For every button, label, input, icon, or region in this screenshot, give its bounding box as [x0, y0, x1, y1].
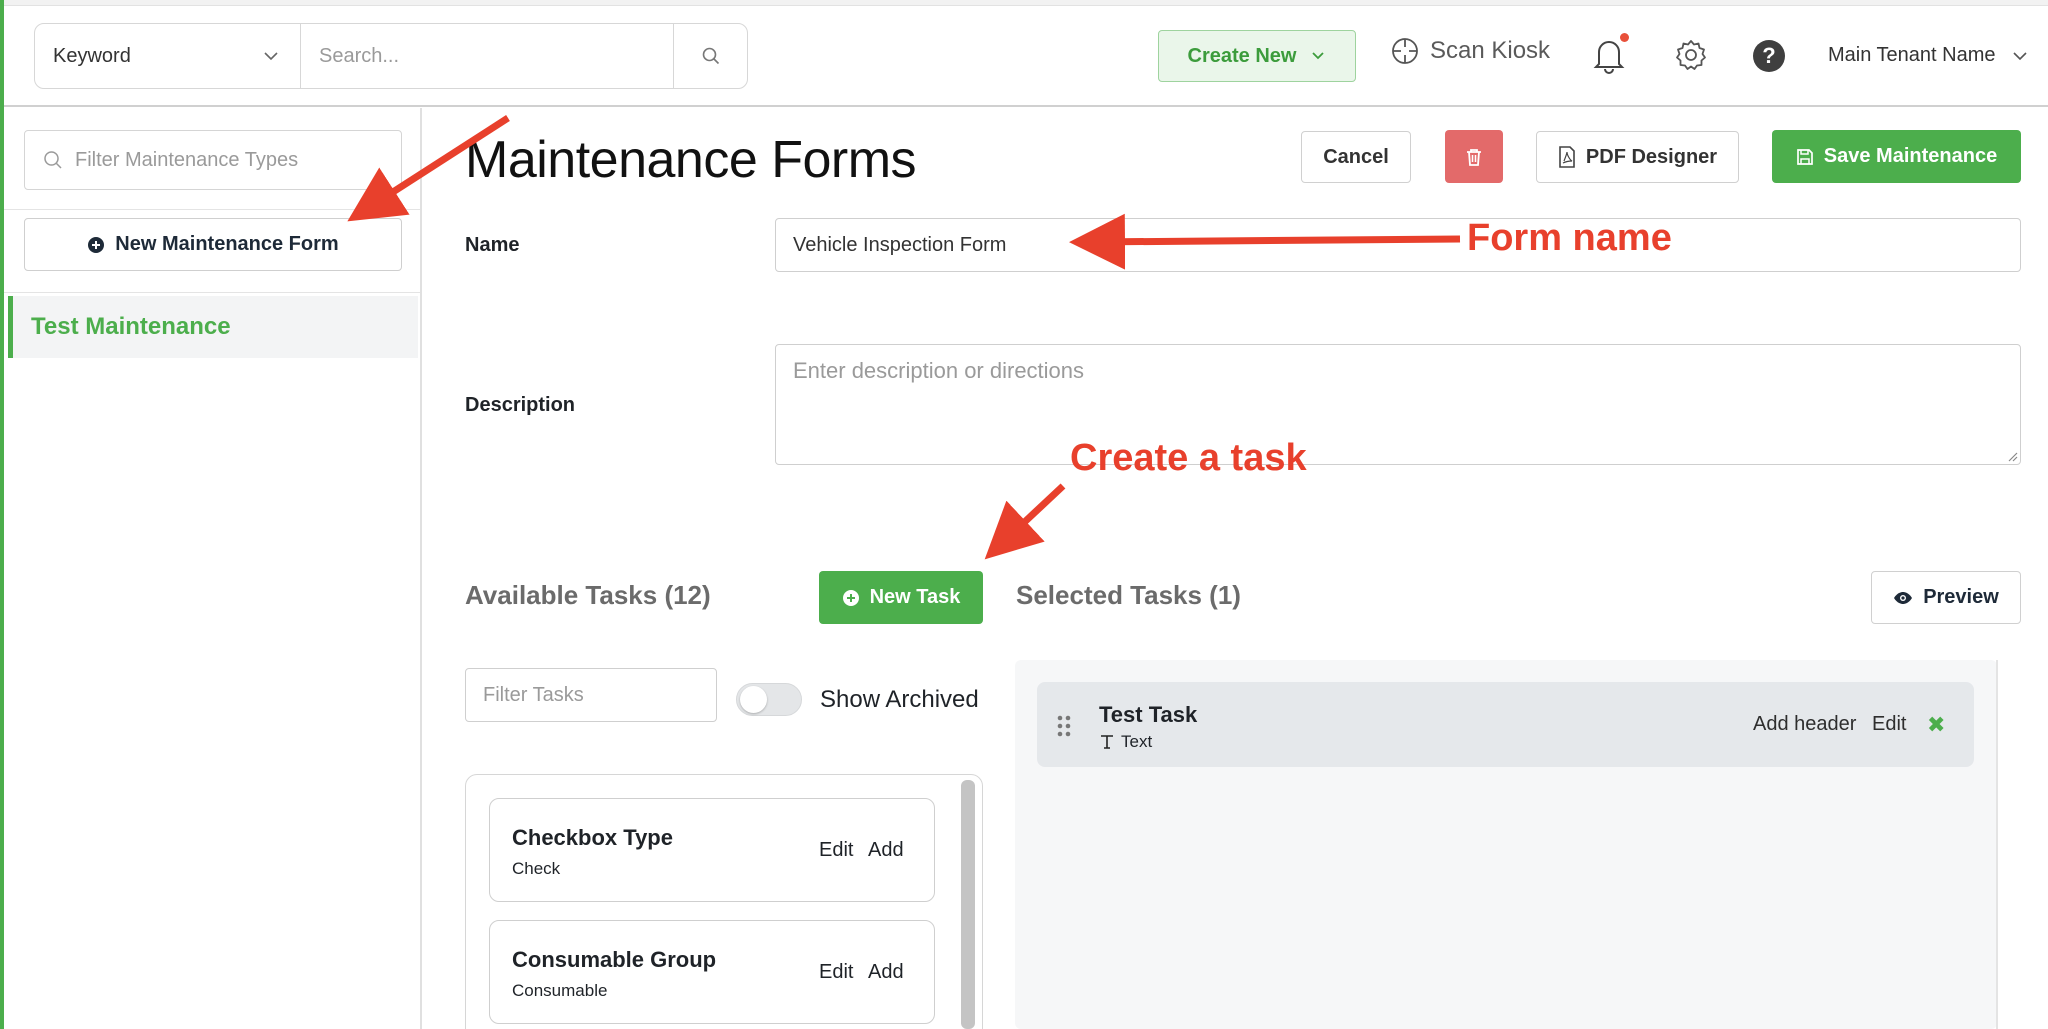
scrollbar[interactable]: [1996, 660, 1998, 1029]
resize-grip-icon[interactable]: [2006, 450, 2018, 462]
search-icon: [44, 151, 62, 169]
task-type: Text: [1099, 732, 1152, 752]
new-maintenance-form-label: New Maintenance Form: [115, 233, 339, 255]
divider: [4, 292, 420, 293]
create-new-button[interactable]: Create New: [1158, 30, 1356, 82]
name-field[interactable]: [775, 218, 2021, 272]
divider: [4, 209, 420, 210]
name-label: Name: [465, 234, 520, 256]
task-type: Consumable: [512, 981, 608, 1000]
scrollbar[interactable]: [961, 780, 975, 1029]
list-item: Consumable Group Consumable Edit Add: [489, 920, 935, 1024]
drag-handle-icon[interactable]: [1057, 715, 1071, 737]
chevron-down-icon: [2012, 51, 2027, 60]
filter-types-input[interactable]: [75, 148, 375, 172]
app-page: Keyword Create New Scan Kiosk ? Main Ten…: [0, 0, 2048, 1029]
add-task-link[interactable]: Add: [868, 961, 904, 984]
sidebar: New Maintenance Form Test Maintenance: [4, 108, 422, 1029]
preview-label: Preview: [1923, 586, 1999, 608]
task-type-label: Text: [1121, 732, 1153, 751]
plus-circle-icon: [842, 589, 859, 606]
save-maintenance-button[interactable]: Save Maintenance: [1772, 130, 2021, 183]
pdf-icon: [1559, 146, 1575, 168]
edit-task-link[interactable]: Edit: [819, 839, 853, 862]
task-title: Checkbox Type: [512, 825, 673, 850]
show-archived-toggle[interactable]: [736, 683, 802, 716]
toggle-knob: [740, 686, 767, 713]
filter-tasks-input[interactable]: [465, 668, 717, 722]
delete-button[interactable]: [1445, 130, 1503, 183]
available-tasks-heading: Available Tasks (12): [465, 580, 711, 610]
pdf-designer-button[interactable]: PDF Designer: [1536, 131, 1739, 183]
tenant-menu[interactable]: Main Tenant Name: [1828, 44, 2028, 67]
help-icon[interactable]: ?: [1753, 40, 1785, 72]
add-task-link[interactable]: Add: [868, 839, 904, 862]
notification-dot: [1620, 33, 1629, 42]
pdf-designer-label: PDF Designer: [1585, 145, 1718, 168]
chevron-down-icon: [1312, 52, 1325, 60]
annotation-form-name: Form name: [1467, 217, 1672, 259]
cancel-label: Cancel: [1323, 145, 1389, 168]
add-header-link[interactable]: Add header: [1753, 713, 1856, 736]
annotation-create-task: Create a task: [1070, 437, 1307, 479]
task-title: Consumable Group: [512, 947, 717, 972]
page-title: Maintenance Forms: [465, 131, 917, 189]
search-input[interactable]: [301, 24, 673, 88]
list-item: Checkbox Type Check Edit Add: [489, 798, 935, 902]
search-icon: [702, 47, 719, 65]
sidebar-item-test-maintenance[interactable]: Test Maintenance: [8, 296, 418, 358]
description-field[interactable]: [775, 344, 2021, 465]
selected-tasks-heading: Selected Tasks (1): [1016, 580, 1241, 610]
filter-types-field[interactable]: [24, 130, 402, 190]
scan-kiosk-label: Scan Kiosk: [1430, 37, 1551, 64]
save-maintenance-label: Save Maintenance: [1823, 145, 1998, 167]
gear-icon[interactable]: [1674, 38, 1708, 72]
chevron-down-icon: [264, 52, 278, 61]
edit-task-link[interactable]: Edit: [1872, 713, 1906, 736]
save-icon: [1796, 148, 1813, 165]
top-bar: Keyword Create New Scan Kiosk ? Main Ten…: [4, 6, 2048, 107]
trash-icon: [1467, 148, 1481, 166]
scan-kiosk-button[interactable]: Scan Kiosk: [1390, 36, 1550, 66]
new-maintenance-form-button[interactable]: New Maintenance Form: [24, 218, 402, 271]
tenant-name: Main Tenant Name: [1828, 44, 1996, 66]
task-title: Test Task: [1099, 702, 1198, 727]
search-mode-select[interactable]: Keyword: [35, 24, 301, 88]
edit-task-link[interactable]: Edit: [819, 961, 853, 984]
crosshair-icon: [1392, 38, 1418, 64]
search-button[interactable]: [673, 24, 747, 88]
cancel-button[interactable]: Cancel: [1301, 131, 1411, 183]
new-task-button[interactable]: New Task: [819, 571, 983, 624]
remove-icon[interactable]: ✖: [1927, 712, 1945, 738]
sidebar-item-label: Test Maintenance: [31, 313, 231, 340]
show-archived-label: Show Archived: [820, 686, 979, 713]
task-type: Check: [512, 859, 561, 878]
search-mode-label: Keyword: [53, 44, 131, 67]
selected-task-row[interactable]: Test Task Text Add header Edit ✖: [1037, 682, 1974, 767]
eye-icon: [1894, 591, 1913, 604]
new-task-label: New Task: [869, 586, 961, 608]
annotation-arrow-create-task: [984, 483, 1066, 560]
text-type-icon: [1101, 735, 1113, 749]
global-search-group: Keyword: [34, 23, 748, 89]
preview-button[interactable]: Preview: [1871, 571, 2021, 624]
description-label: Description: [465, 394, 576, 416]
plus-circle-icon: [88, 236, 105, 253]
create-new-label: Create New: [1187, 44, 1297, 67]
